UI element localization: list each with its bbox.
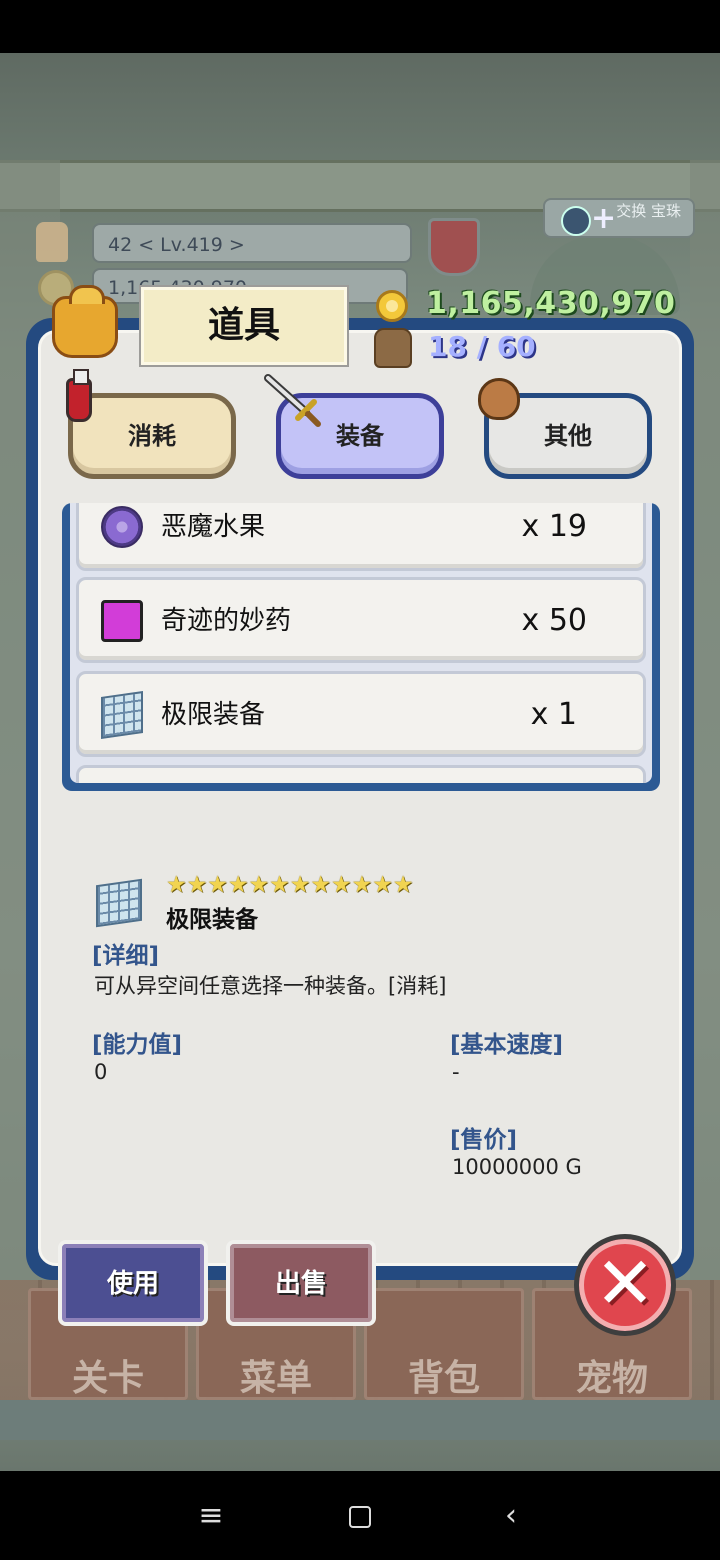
nav-tab-backpack[interactable]: 背包 — [364, 1288, 524, 1400]
menu-icon[interactable]: ≡ — [181, 1490, 241, 1542]
power-value: 0 — [94, 1060, 108, 1084]
close-button[interactable]: ✕ — [574, 1234, 676, 1336]
gold-coin-icon — [376, 290, 408, 322]
bag-icon — [52, 285, 118, 358]
speed-label: [基本速度] — [450, 1032, 564, 1058]
item-name: 奇迹的妙药 — [161, 606, 292, 636]
item-description: 可从异空间任意选择一种装备。[消耗] — [94, 974, 447, 998]
home-button[interactable] — [330, 1490, 390, 1542]
price-label: [售价] — [450, 1127, 518, 1153]
home-icon — [349, 1505, 371, 1528]
item-quantity: x 19 — [521, 509, 587, 544]
potion-icon — [66, 369, 92, 422]
player-avatar[interactable] — [36, 222, 68, 262]
rarity-stars: ★★★★★★★★★★★★ — [166, 872, 414, 898]
list-item[interactable]: 恶魔水果 x 19 — [76, 503, 646, 571]
detail-label: [详细] — [92, 943, 160, 969]
right-post — [690, 160, 720, 1310]
item-name: 极限装备 — [161, 700, 266, 730]
backpack-icon — [374, 328, 412, 368]
sack-icon — [478, 378, 520, 420]
use-button[interactable]: 使用 — [58, 1240, 208, 1326]
list-item-partial[interactable] — [76, 765, 646, 783]
item-quantity: x 50 — [521, 603, 587, 638]
exchange-orb-button[interactable]: + 交换 宝珠 — [543, 198, 695, 238]
item-list[interactable]: 恶魔水果 x 19 奇迹的妙药 x 50 极限装备 x 1 — [70, 503, 652, 783]
crystal-cube-icon — [101, 691, 143, 739]
shield-icon[interactable] — [428, 218, 480, 276]
list-item[interactable]: 奇迹的妙药 x 50 — [76, 577, 646, 663]
selected-item-name: 极限装备 — [166, 907, 258, 933]
close-icon: ✕ — [594, 1241, 656, 1325]
item-name: 恶魔水果 — [161, 512, 266, 542]
exchange-label: 交换 宝珠 — [616, 202, 681, 220]
list-item[interactable]: 极限装备 x 1 — [76, 671, 646, 757]
sword-icon — [264, 374, 321, 427]
tab-consumables[interactable]: 消耗 — [68, 393, 236, 479]
sell-button[interactable]: 出售 — [226, 1240, 376, 1326]
orb-icon — [561, 206, 591, 236]
floor — [0, 1400, 720, 1440]
purple-fruit-icon — [101, 506, 143, 548]
hud-level-bar: 42 < Lv.419 > — [92, 223, 412, 263]
item-quantity: x 1 — [530, 697, 577, 732]
modal-title: 道具 — [139, 285, 349, 367]
plus-icon: + — [591, 201, 617, 236]
inventory-slot-count: 18 / 60 — [428, 330, 536, 363]
magic-potion-icon — [101, 600, 143, 642]
gold-amount: 1,165,430,970 — [426, 286, 676, 321]
crystal-cube-icon — [96, 878, 142, 928]
back-icon[interactable]: ‹ — [481, 1490, 541, 1542]
speed-value: - — [452, 1060, 460, 1084]
power-label: [能力值] — [92, 1032, 183, 1058]
price-value: 10000000 G — [452, 1155, 582, 1179]
